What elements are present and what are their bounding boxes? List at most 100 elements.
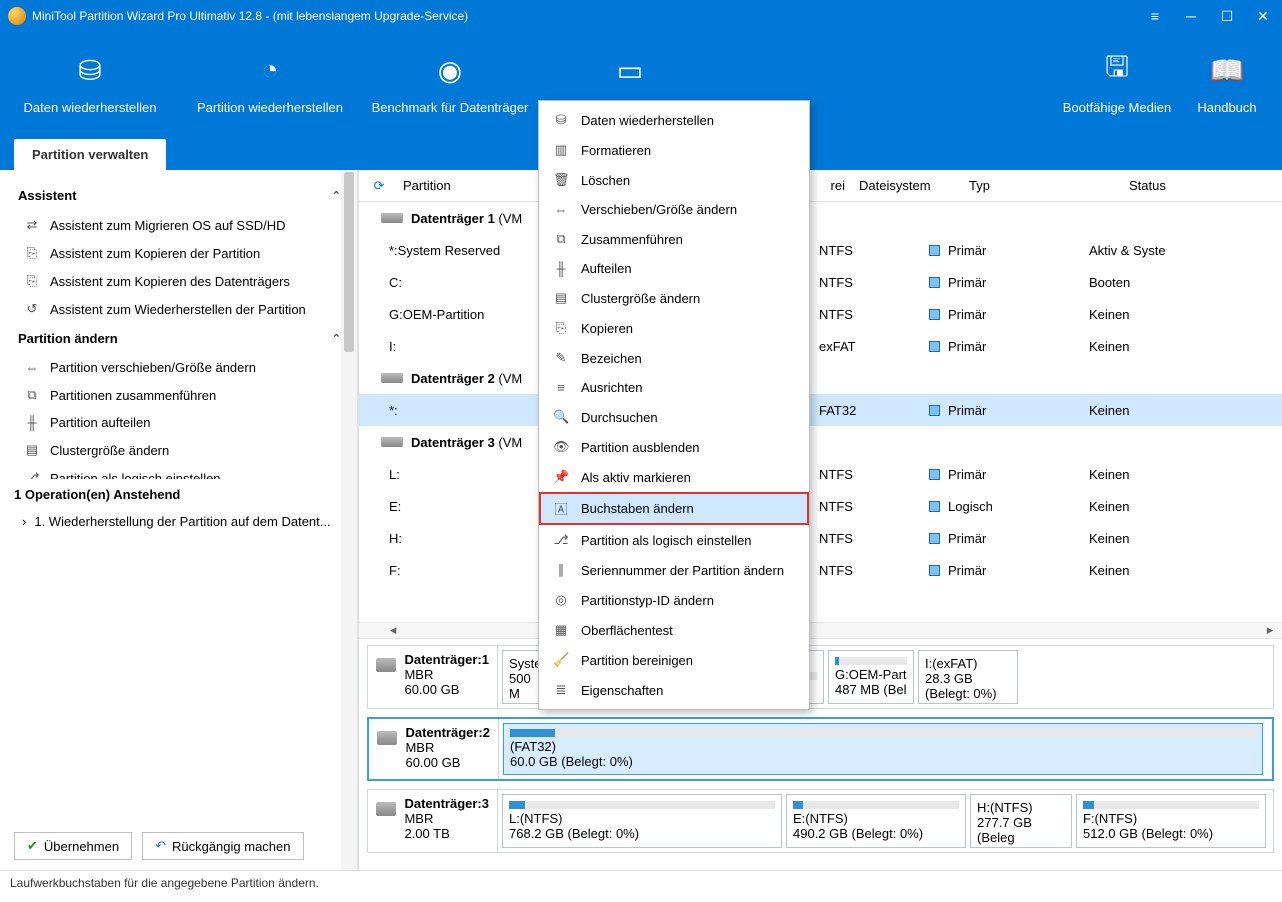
sidebar-item[interactable]: ⎘Assistent zum Kopieren des Datenträgers (14, 267, 353, 295)
disk-icon (376, 802, 396, 816)
menu-item[interactable]: ▥Formatieren (539, 135, 809, 165)
menu-item[interactable]: 🗑Löschen (539, 165, 809, 195)
menu-item[interactable]: ≣Eigenschaften (539, 675, 809, 705)
partition-row[interactable]: I:.27 GBexFATPrimärKeinen (359, 330, 1282, 362)
sidebar-item[interactable]: ⇄Assistent zum Migrieren OS auf SSD/HD (14, 211, 353, 239)
sidebar-scrollbar[interactable] (341, 170, 357, 870)
menu-item[interactable]: ╫Aufteilen (539, 254, 809, 283)
apply-button[interactable]: ✔Übernehmen (14, 832, 132, 860)
toolbar-icon: ▭ (540, 50, 720, 90)
disk-row[interactable]: Datenträger 2 (VM (359, 362, 1282, 394)
menu-item[interactable]: 📌Als aktiv markieren (539, 462, 809, 492)
list-header: ⟳ Partition rei Dateisystem Typ Status (359, 170, 1282, 202)
menu-item[interactable]: ⇔Verschieben/Größe ändern (539, 195, 809, 224)
titlebar: MiniTool Partition Wizard Pro Ultimativ … (0, 0, 1282, 32)
sidebar-item-icon: ⎇ (24, 470, 40, 479)
col-status[interactable]: Status (1129, 178, 1282, 193)
disk-row[interactable]: Datenträger 1 (VM (359, 202, 1282, 234)
toolbar-icon: ⛁ (0, 50, 180, 90)
sidebar-item[interactable]: ↺Assistent zum Wiederherstellen der Part… (14, 295, 353, 323)
toolbar-right-0[interactable]: 🖫Bootfähige Medien (1062, 32, 1172, 115)
toolbar-icon: ◔ (180, 50, 360, 90)
undo-button[interactable]: ↶Rückgängig machen (142, 832, 303, 860)
partition-row[interactable]: F:.85 GBNTFSPrimärKeinen (359, 554, 1282, 586)
toolbar-right-1[interactable]: 📖Handbuch (1172, 32, 1282, 115)
type-square-icon (929, 405, 940, 416)
sidebar-item[interactable]: ⎇Partition als logisch einstellen (14, 464, 353, 479)
menu-item-icon: ⇔ (553, 202, 569, 217)
tab-partition-verwalten[interactable]: Partition verwalten (14, 139, 166, 170)
menu-item[interactable]: 🄰Buchstaben ändern (539, 492, 809, 525)
partition-segment[interactable]: H:(NTFS)277.7 GB (Beleg (970, 794, 1072, 848)
disk-row[interactable]: Datenträger 3 (VM (359, 426, 1282, 458)
disk-block[interactable]: Datenträger:3MBR2.00 TBL:(NTFS)768.2 GB … (367, 789, 1274, 853)
toolbar-1[interactable]: ◔Partition wiederherstellen (180, 32, 360, 115)
sidebar-item-icon: ▤ (24, 442, 40, 458)
sidebar: Assistent⌃⇄Assistent zum Migrieren OS au… (0, 170, 358, 870)
type-square-icon (929, 469, 940, 480)
partition-segment[interactable]: I:(exFAT)28.3 GB (Belegt: 0%) (918, 650, 1018, 704)
menu-item[interactable]: ▦Oberflächentest (539, 615, 809, 645)
horizontal-scrollbar[interactable]: ◂▸ (359, 622, 1282, 638)
col-type[interactable]: Typ (969, 178, 1129, 193)
menu-item[interactable]: 🔍Durchsuchen (539, 402, 809, 432)
type-square-icon (929, 341, 940, 352)
partition-row[interactable]: *:System Reserved96 MBNTFSPrimärAktiv & … (359, 234, 1282, 266)
menu-item[interactable]: ▤Clustergröße ändern (539, 283, 809, 313)
disk-icon (377, 731, 397, 745)
partition-row[interactable]: G:OEM-Partition98 MBNTFSPrimärKeinen (359, 298, 1282, 330)
menu-item[interactable]: ⎘Kopieren (539, 313, 809, 343)
menu-item[interactable]: ✎Bezeichen (539, 343, 809, 373)
menu-item[interactable]: ∥Seriennummer der Partition ändern (539, 555, 809, 585)
disk-icon (381, 437, 403, 447)
sidebar-item-icon: ⎘ (24, 245, 40, 261)
statusbar: Laufwerkbuchstaben für die angegebene Pa… (0, 870, 1282, 898)
menu-item-icon: ✎ (553, 350, 569, 366)
main-panel: ⟳ Partition rei Dateisystem Typ Status D… (358, 170, 1282, 870)
group-header[interactable]: Partition ändern⌃ (14, 323, 353, 354)
partition-row[interactable]: L:.97 GBNTFSPrimärKeinen (359, 458, 1282, 490)
partition-segment[interactable]: L:(NTFS)768.2 GB (Belegt: 0%) (502, 794, 782, 848)
toolbar-2[interactable]: ◉Benchmark für Datenträger (360, 32, 540, 115)
menu-item[interactable]: ⧉Zusammenführen (539, 224, 809, 254)
sidebar-item-icon: ↺ (24, 301, 40, 317)
minimize-button[interactable]: ─ (1180, 5, 1202, 27)
sidebar-item[interactable]: ⧉Partitionen zusammenführen (14, 381, 353, 409)
close-button[interactable]: ✕ (1252, 5, 1274, 27)
disk-block[interactable]: Datenträger:1MBR60.00 GBSyste500 MG:OEM-… (367, 645, 1274, 709)
partition-row[interactable]: E:.02 GBNTFSLogischKeinen (359, 490, 1282, 522)
sidebar-item[interactable]: ⎘Assistent zum Kopieren der Partition (14, 239, 353, 267)
menu-item-icon: ⎘ (553, 320, 569, 336)
sidebar-item[interactable]: ⇔Partition verschieben/Größe ändern (14, 354, 353, 381)
partition-segment[interactable]: E:(NTFS)490.2 GB (Belegt: 0%) (786, 794, 966, 848)
partition-segment[interactable]: F:(NTFS)512.0 GB (Belegt: 0%) (1076, 794, 1266, 848)
partition-segment[interactable]: Syste500 M (502, 650, 540, 704)
menu-item[interactable]: ≡Ausrichten (539, 373, 809, 402)
col-filesystem[interactable]: Dateisystem (859, 178, 969, 193)
menu-item-icon: ⛁ (553, 112, 569, 128)
menu-item[interactable]: ⎇Partition als logisch einstellen (539, 525, 809, 555)
menu-item[interactable]: ⛁Daten wiederherstellen (539, 105, 809, 135)
partition-segment[interactable]: (FAT32)60.0 GB (Belegt: 0%) (503, 723, 1263, 775)
menu-item-icon: 🔍 (553, 409, 569, 425)
partition-row[interactable]: C:.77 GBNTFSPrimärBooten (359, 266, 1282, 298)
chevron-up-icon: ⌃ (332, 332, 341, 345)
menu-icon[interactable]: ≡ (1144, 5, 1166, 27)
sidebar-item[interactable]: ▤Clustergröße ändern (14, 436, 353, 464)
disk-block[interactable]: Datenträger:2MBR60.00 GB(FAT32)60.0 GB (… (367, 717, 1274, 781)
sidebar-item-icon: ⧉ (24, 387, 40, 403)
group-header[interactable]: Assistent⌃ (14, 180, 353, 211)
maximize-button[interactable]: ☐ (1216, 5, 1238, 27)
toolbar-icon: 🖫 (1062, 50, 1172, 90)
menu-item[interactable]: ◎Partitionstyp-ID ändern (539, 585, 809, 615)
pending-item[interactable]: ›1. Wiederherstellung der Partition auf … (0, 510, 357, 533)
menu-item[interactable]: 🧹Partition bereinigen (539, 645, 809, 675)
sidebar-item[interactable]: ╫Partition aufteilen (14, 409, 353, 436)
refresh-icon[interactable]: ⟳ (359, 178, 399, 194)
partition-row[interactable]: *:.96 GBFAT32PrimärKeinen (359, 394, 1282, 426)
menu-item-icon: ≡ (553, 380, 569, 395)
partition-row[interactable]: H:.56 GBNTFSPrimärKeinen (359, 522, 1282, 554)
menu-item[interactable]: 👁Partition ausblenden (539, 432, 809, 462)
partition-segment[interactable]: G:OEM-Part487 MB (Bel (828, 650, 914, 704)
toolbar-0[interactable]: ⛁Daten wiederherstellen (0, 32, 180, 115)
